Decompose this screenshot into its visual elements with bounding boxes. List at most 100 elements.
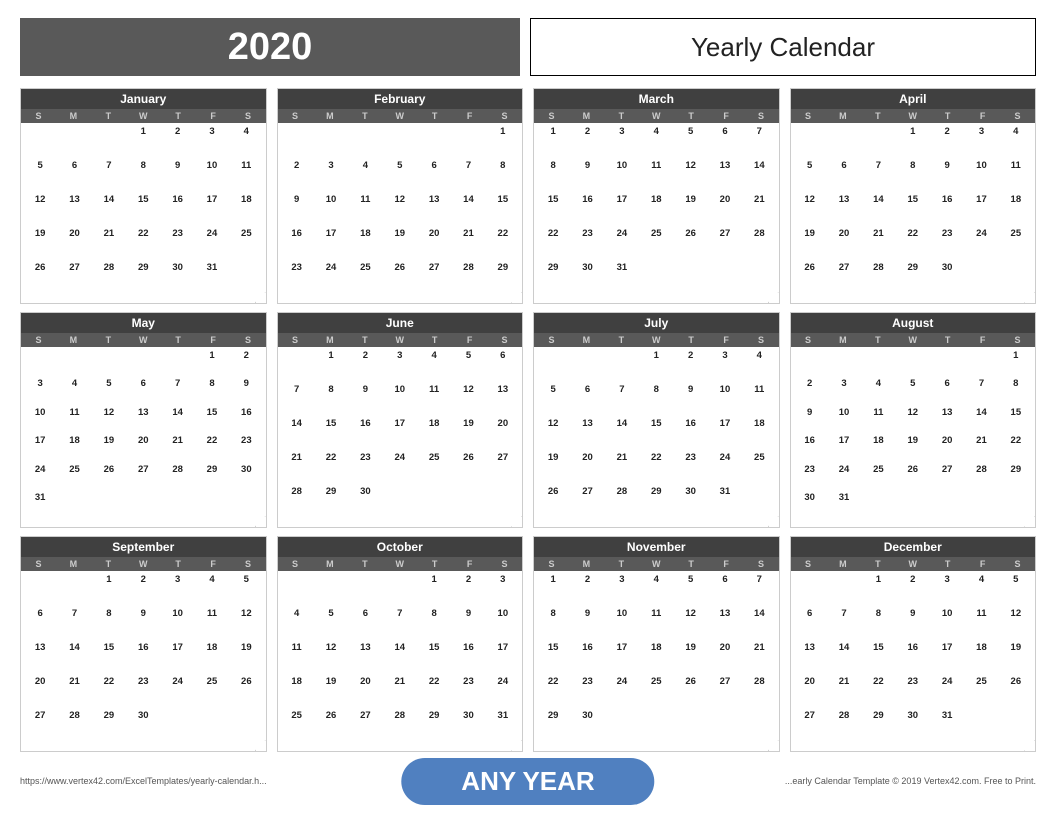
day-cell: 7 xyxy=(160,377,194,406)
day-cell: 4 xyxy=(57,377,91,406)
day-cell: 7 xyxy=(964,377,998,406)
day-cell: 11 xyxy=(57,405,91,434)
day-cell: 27 xyxy=(570,485,604,519)
header: 2020 Yearly Calendar xyxy=(20,18,1036,76)
month-card-october: OctoberSMTWTFS12345678910111213141516171… xyxy=(277,536,524,752)
day-cell: 21 xyxy=(280,451,314,485)
day-label: W xyxy=(382,109,417,123)
day-label: F xyxy=(196,557,231,571)
day-cell: 6 xyxy=(417,158,451,192)
day-label: W xyxy=(895,557,930,571)
day-cell: 25 xyxy=(742,451,776,485)
day-cell: 20 xyxy=(23,675,57,709)
day-cell: 10 xyxy=(605,606,639,640)
day-cell: 29 xyxy=(126,261,160,295)
day-cell: 23 xyxy=(570,227,604,261)
day-cell: 31 xyxy=(605,261,639,295)
day-cell: 25 xyxy=(964,675,998,709)
day-cell: 14 xyxy=(92,192,126,226)
day-cell: 8 xyxy=(639,382,673,416)
day-cell: 29 xyxy=(536,261,570,295)
day-cell: 26 xyxy=(23,261,57,295)
day-cell: 2 xyxy=(930,124,964,158)
day-label: M xyxy=(569,333,604,347)
day-cell: 17 xyxy=(605,192,639,226)
day-cell: 17 xyxy=(160,640,194,674)
day-cell: 27 xyxy=(486,451,520,485)
month-header: March xyxy=(534,89,779,109)
empty-cell xyxy=(57,348,91,377)
day-cell: 17 xyxy=(314,227,348,261)
day-cell: 12 xyxy=(229,606,263,640)
day-cell: 4 xyxy=(639,572,673,606)
day-cell: 22 xyxy=(639,451,673,485)
day-cell: 29 xyxy=(195,462,229,491)
day-label: F xyxy=(709,333,744,347)
day-label: S xyxy=(487,109,522,123)
any-year-badge[interactable]: ANY YEAR xyxy=(401,758,654,805)
day-label: S xyxy=(278,333,313,347)
day-cell: 28 xyxy=(160,462,194,491)
day-label: S xyxy=(231,109,266,123)
day-cell: 11 xyxy=(229,158,263,192)
day-cell: 16 xyxy=(280,227,314,261)
empty-cell xyxy=(827,124,861,158)
days-grid: 1234567891011121314151617181920212223242… xyxy=(534,571,779,751)
day-cell: 14 xyxy=(827,640,861,674)
day-cell: 12 xyxy=(536,416,570,450)
day-cell: 2 xyxy=(570,124,604,158)
day-cell: 4 xyxy=(964,572,998,606)
day-cell: 7 xyxy=(57,606,91,640)
days-grid: 1234567891011121314151617181920212223242… xyxy=(21,571,266,751)
day-label: S xyxy=(487,333,522,347)
empty-cell xyxy=(23,124,57,158)
day-cell: 8 xyxy=(486,158,520,192)
empty-cell xyxy=(605,348,639,382)
days-grid: 1234567891011121314151617181920212223242… xyxy=(791,571,1036,751)
day-cell: 28 xyxy=(605,485,639,519)
day-cell: 28 xyxy=(861,261,895,295)
day-cell: 29 xyxy=(861,709,895,743)
day-cell: 18 xyxy=(999,192,1033,226)
day-label: F xyxy=(965,333,1000,347)
day-label: M xyxy=(312,333,347,347)
day-cell: 20 xyxy=(708,192,742,226)
day-cell: 12 xyxy=(383,192,417,226)
day-cell: 16 xyxy=(570,640,604,674)
day-cell: 12 xyxy=(314,640,348,674)
month-header: October xyxy=(278,537,523,557)
empty-cell xyxy=(314,572,348,606)
day-cell: 30 xyxy=(229,462,263,491)
empty-cell xyxy=(793,124,827,158)
day-label: T xyxy=(930,557,965,571)
day-cell: 23 xyxy=(930,227,964,261)
day-cell: 25 xyxy=(417,451,451,485)
day-cell: 14 xyxy=(861,192,895,226)
days-grid: 1234567891011121314151617181920212223242… xyxy=(278,347,523,527)
day-cell: 26 xyxy=(314,709,348,743)
day-headers: SMTWTFS xyxy=(278,109,523,123)
day-cell: 19 xyxy=(793,227,827,261)
day-cell: 23 xyxy=(451,675,485,709)
day-cell: 28 xyxy=(57,709,91,743)
day-cell: 14 xyxy=(605,416,639,450)
day-cell: 23 xyxy=(126,675,160,709)
day-cell: 5 xyxy=(673,124,707,158)
day-label: W xyxy=(126,109,161,123)
day-cell: 7 xyxy=(451,158,485,192)
day-cell: 18 xyxy=(964,640,998,674)
day-cell: 14 xyxy=(57,640,91,674)
days-grid: 1234567891011121314151617181920212223242… xyxy=(791,123,1036,303)
day-cell: 3 xyxy=(314,158,348,192)
day-label: T xyxy=(604,109,639,123)
day-cell: 1 xyxy=(639,348,673,382)
empty-cell xyxy=(126,348,160,377)
day-cell: 1 xyxy=(195,348,229,377)
day-cell: 9 xyxy=(160,158,194,192)
day-cell: 16 xyxy=(229,405,263,434)
day-cell: 29 xyxy=(92,709,126,743)
day-cell: 18 xyxy=(639,640,673,674)
day-label: M xyxy=(56,333,91,347)
empty-cell xyxy=(348,124,382,158)
day-label: T xyxy=(417,109,452,123)
